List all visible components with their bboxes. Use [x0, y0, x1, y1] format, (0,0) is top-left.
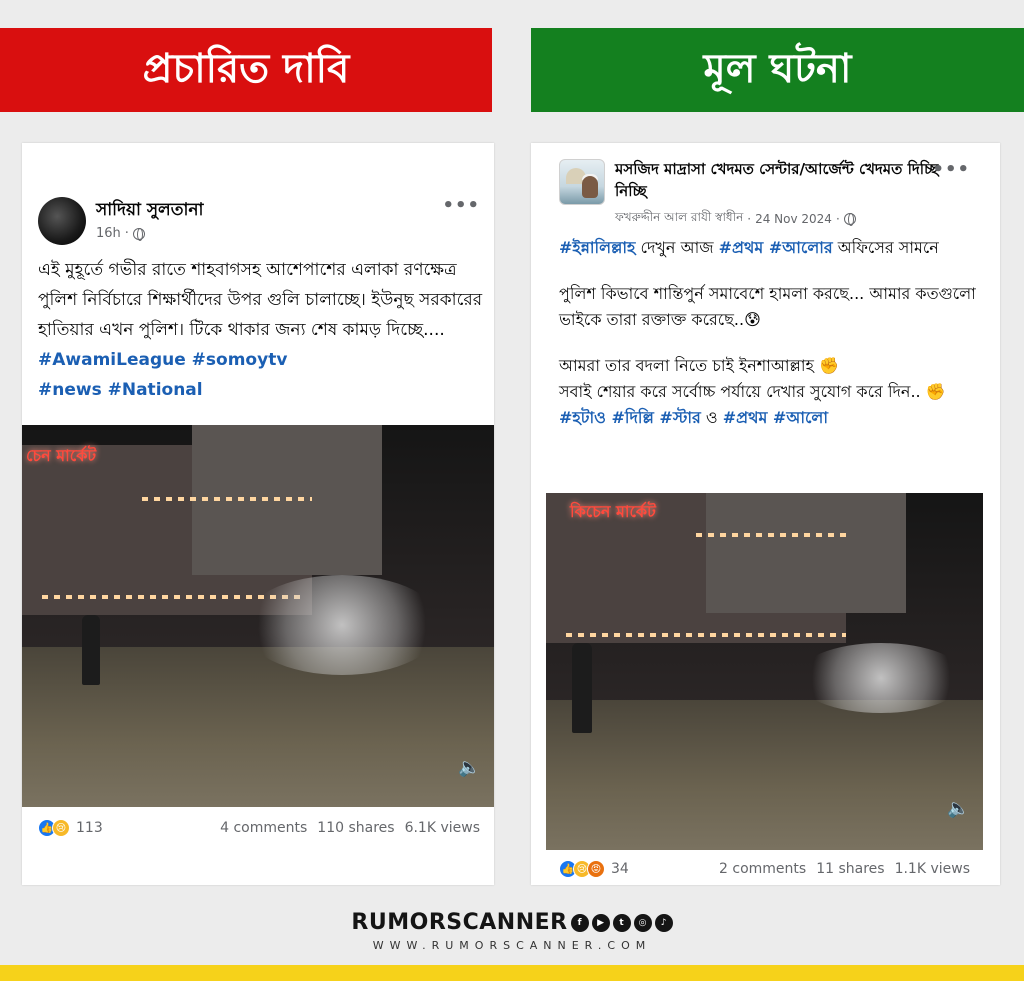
- video-lights: [696, 533, 846, 537]
- meta-separator: ·: [747, 212, 752, 226]
- footer-bar: [0, 965, 1024, 981]
- post-text-fragment: ও: [700, 408, 723, 427]
- claim-post-card: সাদিয়া সুলতানা 16h · ••• এই মুহূর্তে গভ…: [22, 143, 494, 885]
- post-body: এই মুহূর্তে গভীর রাতে শাহবাগসহ আশেপাশের …: [38, 255, 488, 405]
- video-market-sign: কিচেন মার্কেট: [570, 502, 656, 521]
- post-author[interactable]: সাদিয়া সুলতানা: [96, 197, 203, 225]
- brand-row: RUMORSCANNER f ▶ t ◎ ♪: [0, 910, 1024, 935]
- post-stats: 👍 😢 113 4 comments 110 shares 6.1K views: [22, 819, 494, 837]
- post-meta: ফখরুদ্দীন আল রাযী স্বাধীন · 24 Nov 2024 …: [615, 209, 856, 229]
- globe-icon: [132, 227, 145, 241]
- page-name[interactable]: মসজিদ মাদ্রাসা খেদমত সেন্টার/আর্জেন্ট খে…: [615, 158, 945, 202]
- hashtag[interactable]: #প্রথম: [719, 238, 764, 257]
- avatar-overlay: [56, 213, 80, 231]
- views-count: 1.1K views: [894, 861, 970, 877]
- claim-banner-text: প্রচারিত দাবি: [142, 45, 350, 92]
- post-paragraph-3a: আমরা তার বদলা নিতে চাই ইনশাআল্লাহ ✊: [559, 356, 839, 375]
- video-market-sign: চেন মার্কেট: [26, 446, 97, 465]
- post-video[interactable]: কিচেন মার্কেট 🔈: [546, 493, 983, 850]
- meta-separator: ·: [835, 212, 840, 226]
- reactions[interactable]: 👍 😢 😡 34: [559, 860, 629, 878]
- hashtag[interactable]: #ইন্নালিল্লাহ: [559, 238, 635, 257]
- page-avatar[interactable]: [559, 159, 605, 205]
- more-options-icon[interactable]: •••: [442, 195, 480, 216]
- post-body: #ইন্নালিল্লাহ দেখুন আজ #প্রথম #আলোর অফিস…: [559, 235, 989, 431]
- video-person: [572, 643, 592, 733]
- facebook-icon[interactable]: f: [570, 913, 589, 932]
- hashtags-line-2[interactable]: #news #National: [38, 375, 488, 405]
- brand-footer: RUMORSCANNER f ▶ t ◎ ♪ WWW.RUMORSCANNER.…: [0, 910, 1024, 952]
- hashtag[interactable]: #আলোর: [763, 238, 833, 257]
- video-smoke: [242, 575, 442, 675]
- comments-count[interactable]: 4 comments: [220, 820, 307, 836]
- post-date[interactable]: 24 Nov 2024: [755, 212, 832, 226]
- instagram-icon[interactable]: ◎: [633, 913, 652, 932]
- speaker-icon[interactable]: 🔈: [458, 757, 480, 779]
- video-smoke: [796, 643, 966, 713]
- hashtag[interactable]: #হটাও #দিল্লি #স্টার: [559, 408, 701, 427]
- post-meta: 16h ·: [96, 226, 145, 241]
- twitter-icon[interactable]: t: [612, 913, 631, 932]
- hashtag[interactable]: #প্রথম #আলো: [723, 408, 828, 427]
- avatar[interactable]: [38, 197, 86, 245]
- avatar-face: [582, 176, 598, 198]
- more-options-icon[interactable]: •••: [932, 159, 970, 180]
- post-text-fragment: অফিসের সামনে: [832, 238, 939, 257]
- shares-count[interactable]: 110 shares: [317, 820, 394, 836]
- post-text: এই মুহূর্তে গভীর রাতে শাহবাগসহ আশেপাশের …: [38, 260, 483, 340]
- meta-separator: ·: [124, 226, 129, 241]
- reaction-count: 113: [76, 820, 103, 836]
- video-lights: [142, 497, 312, 501]
- youtube-icon[interactable]: ▶: [591, 913, 610, 932]
- post-paragraph-3b: সবাই শেয়ার করে সর্বোচ্চ পর্যায়ে দেখার …: [559, 382, 946, 401]
- claim-banner: প্রচারিত দাবি: [0, 28, 492, 112]
- reaction-count: 34: [611, 861, 629, 877]
- fact-banner-text: মূল ঘটনা: [703, 45, 852, 92]
- post-line-1: #ইন্নালিল্লাহ দেখুন আজ #প্রথম #আলোর অফিস…: [559, 235, 989, 261]
- hashtags-line-1[interactable]: #AwamiLeague #somoytv: [38, 345, 488, 375]
- video-person: [82, 615, 100, 685]
- fact-post-card: মসজিদ মাদ্রাসা খেদমত সেন্টার/আর্জেন্ট খে…: [531, 143, 1000, 885]
- globe-icon: [843, 213, 856, 226]
- post-tags-line: #হটাও #দিল্লি #স্টার ও #প্রথম #আলো: [559, 405, 989, 431]
- video-ground: [546, 700, 983, 850]
- speaker-icon[interactable]: 🔈: [947, 798, 969, 820]
- post-text-fragment: দেখুন আজ: [635, 238, 719, 257]
- tiktok-icon[interactable]: ♪: [654, 913, 673, 932]
- brand-url[interactable]: WWW.RUMORSCANNER.COM: [0, 939, 1024, 952]
- comments-count[interactable]: 2 comments: [719, 861, 806, 877]
- post-byline[interactable]: ফখরুদ্দীন আল রাযী স্বাধীন: [615, 209, 743, 229]
- post-stats: 👍 😢 😡 34 2 comments 11 shares 1.1K views: [531, 860, 1000, 878]
- shares-count[interactable]: 11 shares: [816, 861, 884, 877]
- angry-icon: 😡: [587, 860, 605, 878]
- sad-icon: 😢: [52, 819, 70, 837]
- reactions[interactable]: 👍 😢 113: [38, 819, 103, 837]
- brand-name: RUMORSCANNER: [351, 910, 568, 935]
- video-building-tower: [706, 493, 906, 613]
- video-lights-lower: [566, 633, 846, 637]
- views-count: 6.1K views: [404, 820, 480, 836]
- post-paragraph-2: পুলিশ কিভাবে শান্তিপুর্ন সমাবেশে হামলা ক…: [559, 284, 976, 329]
- post-time[interactable]: 16h: [96, 226, 121, 241]
- fact-banner: মূল ঘটনা: [531, 28, 1024, 112]
- post-video[interactable]: চেন মার্কেট 🔈: [22, 425, 494, 807]
